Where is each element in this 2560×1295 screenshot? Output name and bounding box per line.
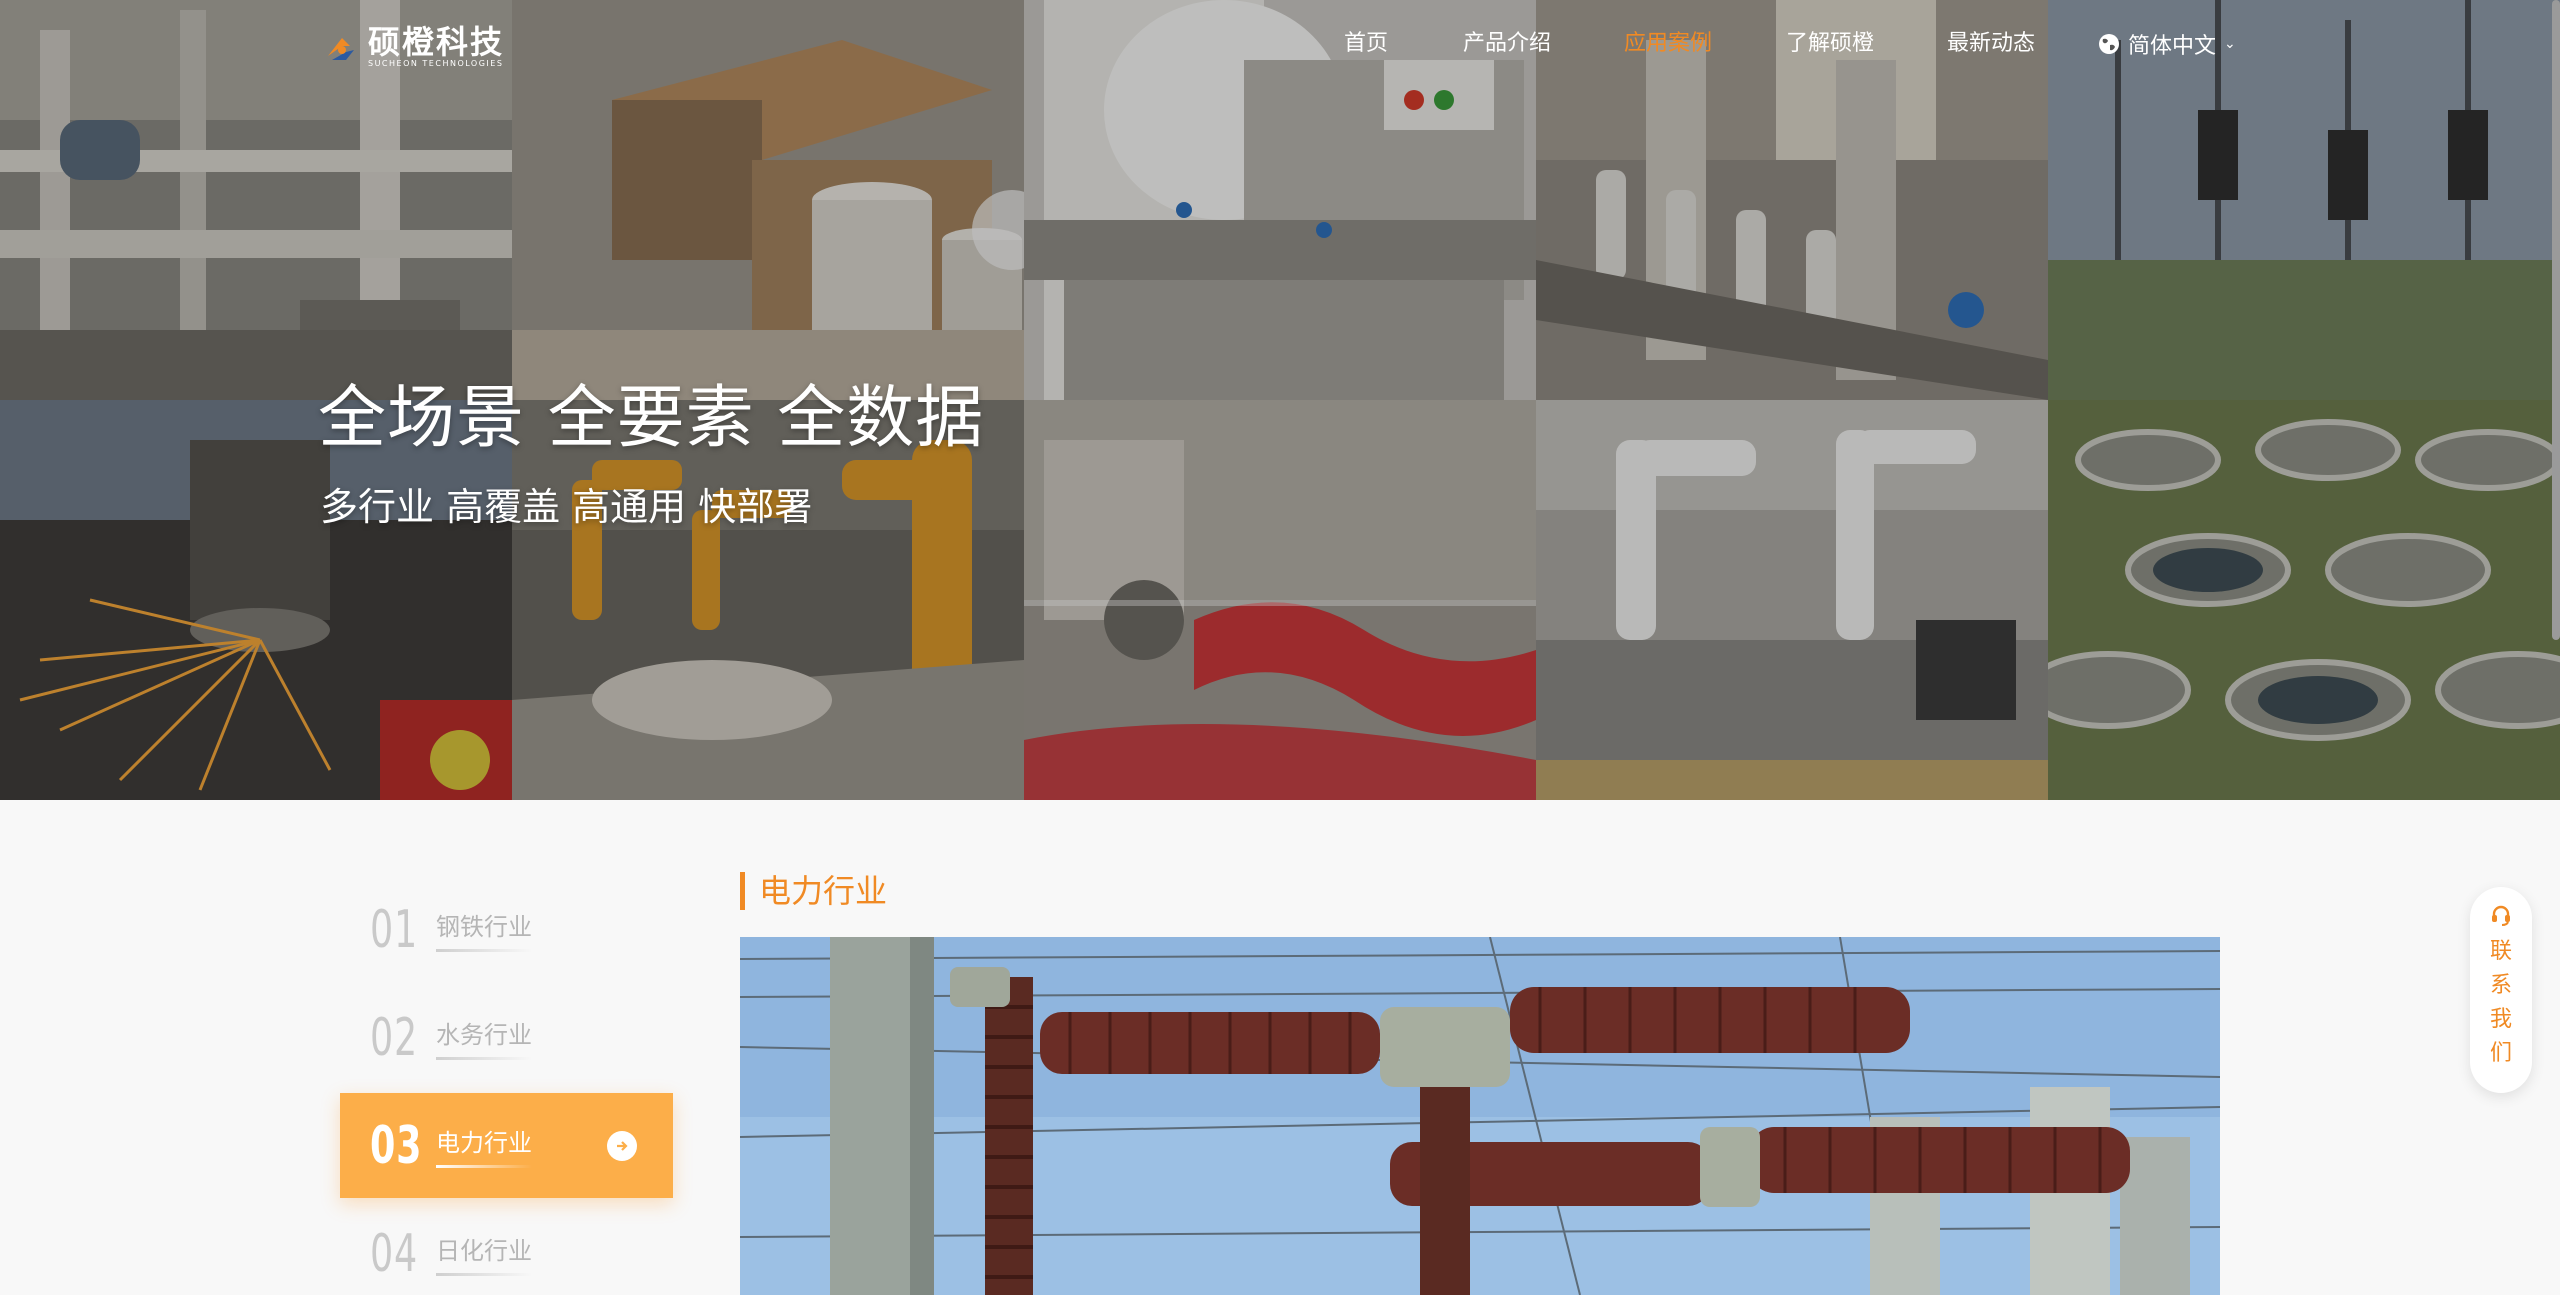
industry-label: 日化行业 — [436, 1231, 532, 1276]
contact-text-char: 们 — [2489, 1041, 2512, 1066]
contact-text-char: 联 — [2489, 939, 2512, 964]
industry-label: 水务行业 — [436, 1015, 532, 1060]
hero-subtitle: 多行业 高覆盖 高通用 快部署 — [320, 485, 813, 529]
industry-tab-steel[interactable]: 01 钢铁行业 — [340, 877, 673, 982]
contact-text-char: 我 — [2489, 1007, 2512, 1032]
nav-item-news[interactable]: 最新动态 — [1947, 26, 2035, 62]
industry-label: 钢铁行业 — [436, 907, 532, 952]
nav-item-products[interactable]: 产品介绍 — [1463, 26, 1551, 62]
industry-label: 电力行业 — [436, 1123, 532, 1168]
logo-english-name: SUCHEON TECHNOLOGIES — [368, 59, 504, 68]
hero-image-assembly — [1536, 400, 2048, 800]
hero-image-water-treatment — [2048, 400, 2560, 800]
industry-tab-chemical[interactable]: 04 日化行业 — [340, 1201, 673, 1295]
logo[interactable]: 硕橙科技 SUCHEON TECHNOLOGIES — [322, 22, 504, 72]
headset-icon — [2492, 905, 2510, 926]
industry-tab-water[interactable]: 02 水务行业 — [340, 985, 673, 1090]
nav-item-about[interactable]: 了解硕橙 — [1786, 26, 1874, 62]
industry-number: 04 — [370, 1223, 418, 1284]
section-title: 电力行业 — [740, 872, 887, 910]
language-switcher[interactable]: 简体中文 ⌄ — [2098, 26, 2236, 62]
hero-title: 全场景 全要素 全数据 — [318, 379, 985, 458]
hero-image-conveyor — [1024, 400, 1536, 800]
globe-icon — [2099, 34, 2119, 54]
chevron-down-icon: ⌄ — [2224, 36, 2236, 52]
industry-number: 03 — [370, 1115, 423, 1176]
contact-text-char: 系 — [2489, 973, 2512, 998]
power-industry-image — [740, 937, 2220, 1295]
hero-banner: 硕橙科技 SUCHEON TECHNOLOGIES 首页 产品介绍 应用案例 了… — [0, 0, 2560, 800]
industry-tab-power[interactable]: 03 电力行业 — [340, 1093, 673, 1198]
top-navigation: 硕橙科技 SUCHEON TECHNOLOGIES 首页 产品介绍 应用案例 了… — [0, 0, 2560, 90]
nav-item-home[interactable]: 首页 — [1344, 26, 1388, 62]
contact-us-button[interactable]: 联 系 我 们 — [2470, 887, 2532, 1093]
industry-number: 02 — [370, 1007, 418, 1068]
nav-item-cases[interactable]: 应用案例 — [1624, 26, 1712, 62]
language-label: 简体中文 — [2128, 34, 2217, 59]
logo-icon — [328, 38, 354, 60]
arrow-right-circle-icon — [607, 1131, 637, 1161]
industry-number: 01 — [370, 899, 418, 960]
logo-name: 硕橙科技 — [368, 23, 505, 61]
page-scrollbar[interactable] — [2552, 0, 2560, 640]
